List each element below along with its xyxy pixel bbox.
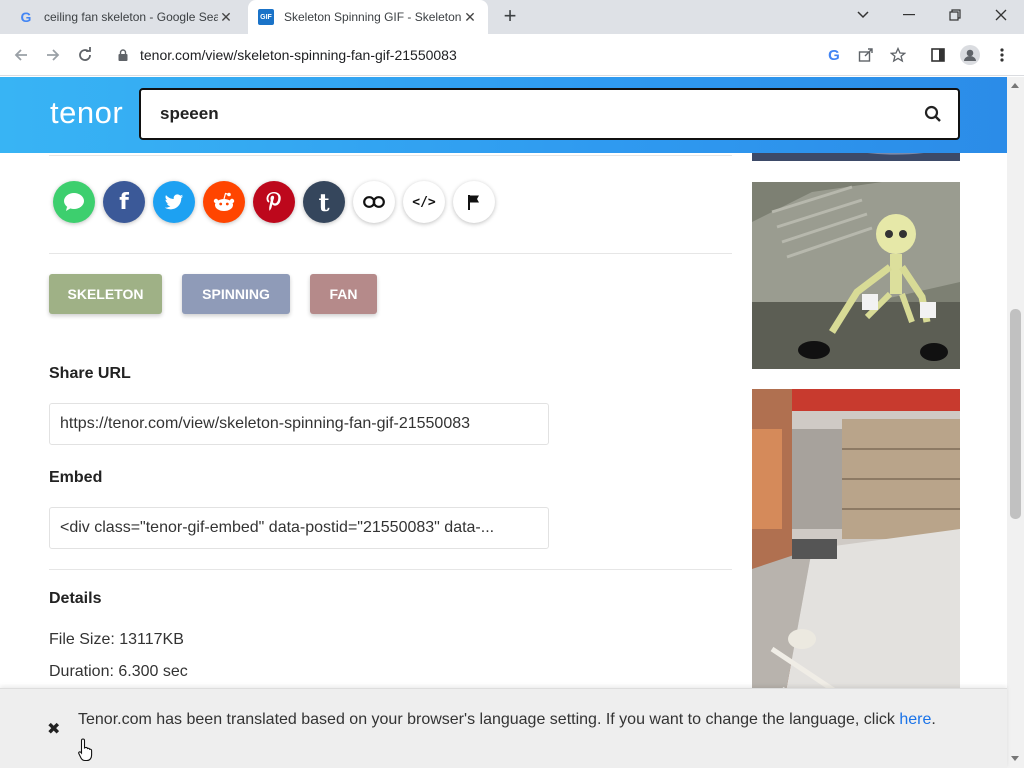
side-panel-icon[interactable] [926, 43, 950, 67]
twitter-icon[interactable] [153, 181, 195, 223]
tab-title: ceiling fan skeleton - Google Sea [44, 10, 218, 24]
share-url-title: Share URL [49, 365, 131, 382]
search-icon[interactable] [908, 105, 958, 123]
file-size-text: File Size: 13117KB [49, 631, 184, 648]
browser-toolbar: tenor.com/view/skeleton-spinning-fan-gif… [0, 34, 1024, 76]
close-window-button[interactable] [978, 0, 1024, 30]
gif-icon: GIF [258, 9, 274, 25]
related-gif-thumbnail[interactable] [752, 153, 960, 161]
tenor-logo[interactable]: tenor [50, 95, 123, 131]
back-button[interactable] [8, 42, 34, 68]
bookmark-star-icon[interactable] [886, 43, 910, 67]
tag-fan[interactable]: FAN [310, 274, 377, 314]
share-url-field[interactable]: https://tenor.com/view/skeleton-spinning… [49, 403, 549, 445]
flag-icon[interactable] [453, 181, 495, 223]
tag-skeleton[interactable]: SKELETON [49, 274, 162, 314]
reddit-icon[interactable] [203, 181, 245, 223]
close-tab-icon[interactable]: ✕ [462, 9, 478, 26]
embed-code-field[interactable]: <div class="tenor-gif-embed" data-postid… [49, 507, 549, 549]
divider [49, 155, 732, 156]
url-text[interactable]: tenor.com/view/skeleton-spinning-fan-gif… [140, 47, 457, 63]
tab-google-search[interactable]: G ceiling fan skeleton - Google Sea ✕ [8, 0, 244, 34]
tab-search-icon[interactable] [840, 0, 886, 30]
forward-button[interactable] [40, 42, 66, 68]
close-banner-icon[interactable]: ✖ [47, 719, 60, 739]
details-title: Details [49, 590, 102, 607]
duration-text: Duration: 6.300 sec [49, 663, 188, 680]
main-content: f t </> SKELETON SPINNING FAN Share URL … [0, 153, 1007, 768]
address-bar[interactable]: tenor.com/view/skeleton-spinning-fan-gif… [104, 39, 924, 71]
translation-banner: ✖ Tenor.com has been translated based on… [0, 688, 1007, 768]
search-box[interactable] [139, 88, 960, 140]
banner-text: Tenor.com has been translated based on y… [78, 711, 900, 728]
scroll-up-arrow[interactable] [1011, 83, 1019, 88]
embed-code-icon[interactable]: </> [403, 181, 445, 223]
page-scrollbar[interactable] [1007, 77, 1024, 768]
profile-avatar-icon[interactable] [958, 43, 982, 67]
scrollbar-thumb[interactable] [1010, 309, 1021, 519]
link-icon[interactable] [353, 181, 395, 223]
facebook-icon[interactable]: f [103, 181, 145, 223]
google-translate-icon[interactable]: G [822, 43, 846, 67]
tag-spinning[interactable]: SPINNING [182, 274, 290, 314]
pinterest-icon[interactable] [253, 181, 295, 223]
tenor-header: tenor [0, 77, 1007, 153]
sms-icon[interactable] [53, 181, 95, 223]
tab-skeleton-gif[interactable]: GIF Skeleton Spinning GIF - Skeleton ✕ [248, 0, 488, 34]
tumblr-icon[interactable]: t [303, 181, 345, 223]
banner-suffix: . [931, 711, 936, 728]
new-tab-button[interactable]: + [498, 5, 522, 29]
restore-button[interactable] [932, 0, 978, 30]
minimize-button[interactable] [886, 0, 932, 30]
lock-icon[interactable] [118, 49, 128, 61]
related-gif-skeleton-dancing[interactable] [752, 182, 960, 369]
kebab-menu-icon[interactable] [990, 43, 1014, 67]
hand-cursor-icon [78, 738, 94, 767]
search-input[interactable] [141, 90, 908, 138]
embed-title: Embed [49, 469, 103, 486]
change-language-link[interactable]: here [899, 711, 931, 728]
reload-button[interactable] [72, 42, 98, 68]
close-tab-icon[interactable]: ✕ [218, 9, 234, 26]
banner-message: Tenor.com has been translated based on y… [78, 708, 978, 732]
tab-strip: G ceiling fan skeleton - Google Sea ✕ GI… [0, 0, 1024, 34]
scroll-down-arrow[interactable] [1011, 756, 1019, 761]
divider [49, 253, 732, 254]
divider [49, 569, 732, 570]
google-icon: G [20, 9, 32, 25]
tab-title: Skeleton Spinning GIF - Skeleton [284, 10, 462, 24]
share-page-icon[interactable] [854, 43, 878, 67]
